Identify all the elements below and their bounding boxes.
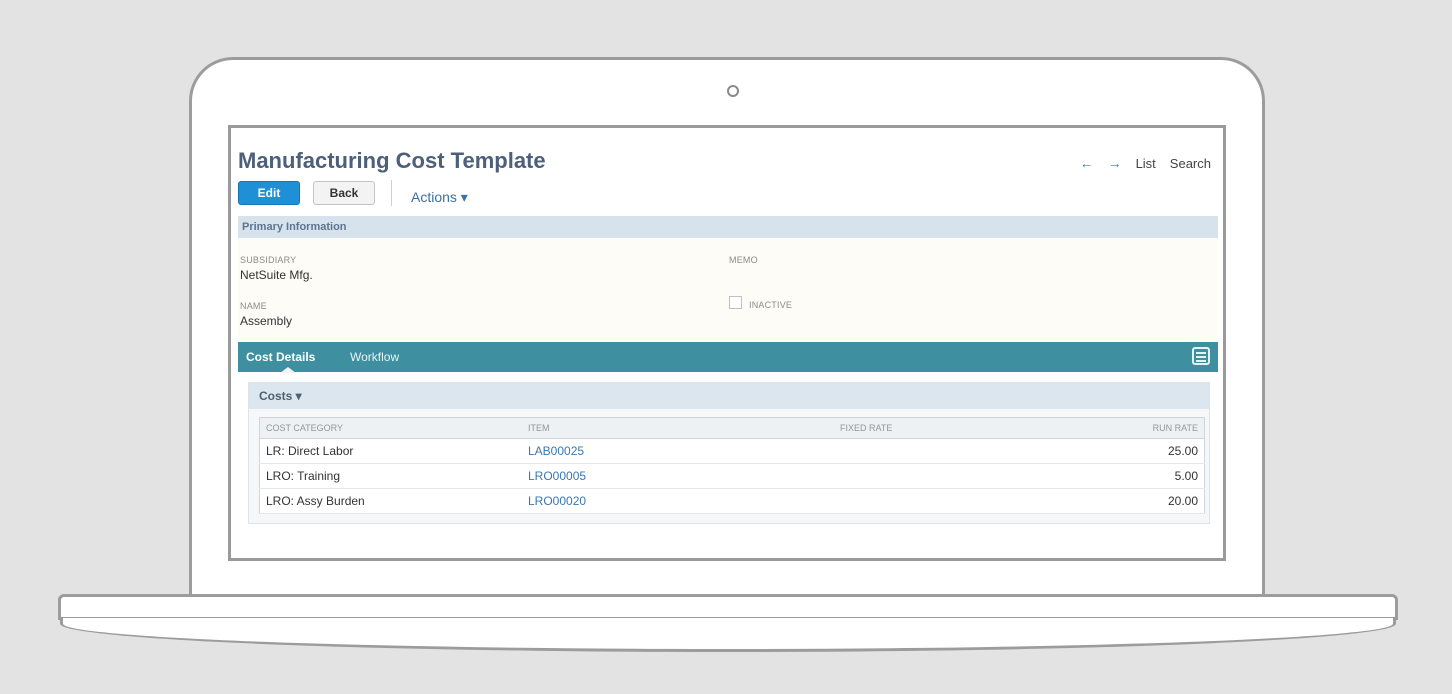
fixed-rate-cell xyxy=(834,488,1046,514)
column-cost-category[interactable]: COST CATEGORY xyxy=(259,417,522,439)
record-navigation: ← → List Search xyxy=(1080,155,1211,171)
column-item[interactable]: ITEM xyxy=(522,417,834,439)
cost-category-cell: LRO: Training xyxy=(259,463,522,489)
primary-information-header[interactable]: Primary Information xyxy=(238,216,1218,238)
list-link[interactable]: List xyxy=(1136,156,1156,171)
previous-record-arrow-icon[interactable]: ← xyxy=(1080,155,1094,171)
netsuite-screen: Manufacturing Cost Template ← → List Sea… xyxy=(228,125,1226,561)
tab-workflow[interactable]: Workflow xyxy=(350,350,399,364)
toolbar-divider xyxy=(391,180,392,206)
item-link[interactable]: LRO00005 xyxy=(522,463,834,489)
laptop-bottom xyxy=(60,618,1396,652)
laptop-base xyxy=(58,594,1398,620)
name-label: NAME xyxy=(240,301,267,311)
edit-button[interactable]: Edit xyxy=(238,181,300,205)
name-value: Assembly xyxy=(240,314,293,328)
costs-table-header-row: COST CATEGORY ITEM FIXED RATE RUN RATE xyxy=(259,417,1205,439)
run-rate-cell: 25.00 xyxy=(1046,438,1205,464)
costs-panel: Costs ▾ COST CATEGORY ITEM FIXED RATE RU… xyxy=(248,382,1210,524)
column-run-rate[interactable]: RUN RATE xyxy=(1046,417,1205,439)
inactive-label: INACTIVE xyxy=(749,300,793,310)
tab-cost-details[interactable]: Cost Details xyxy=(246,350,315,364)
page-title: Manufacturing Cost Template xyxy=(238,148,546,173)
costs-menu[interactable]: Costs ▾ xyxy=(249,383,1209,409)
run-rate-cell: 5.00 xyxy=(1046,463,1205,489)
item-link[interactable]: LRO00020 xyxy=(522,488,834,514)
fixed-rate-cell xyxy=(834,463,1046,489)
back-button[interactable]: Back xyxy=(313,181,375,205)
camera-icon xyxy=(727,85,739,97)
table-row[interactable]: LRO: Assy Burden LRO00020 20.00 xyxy=(259,488,1205,514)
table-row[interactable]: LR: Direct Labor LAB00025 25.00 xyxy=(259,438,1205,464)
search-link[interactable]: Search xyxy=(1170,156,1211,171)
cost-category-cell: LRO: Assy Burden xyxy=(259,488,522,514)
item-link[interactable]: LAB00025 xyxy=(522,438,834,464)
subsidiary-value: NetSuite Mfg. xyxy=(240,268,313,282)
subtab-bar: Cost Details Workflow xyxy=(238,342,1218,373)
primary-information-body: SUBSIDIARY NetSuite Mfg. NAME Assembly M… xyxy=(238,238,1218,342)
run-rate-cell: 20.00 xyxy=(1046,488,1205,514)
cost-category-cell: LR: Direct Labor xyxy=(259,438,522,464)
actions-menu[interactable]: Actions ▾ xyxy=(411,189,468,206)
active-tab-pointer xyxy=(280,367,296,373)
next-record-arrow-icon[interactable]: → xyxy=(1108,155,1122,171)
table-row[interactable]: LRO: Training LRO00005 5.00 xyxy=(259,463,1205,489)
tab-menu-icon[interactable] xyxy=(1192,347,1210,365)
column-fixed-rate[interactable]: FIXED RATE xyxy=(834,417,1046,439)
fixed-rate-cell xyxy=(834,438,1046,464)
costs-table: COST CATEGORY ITEM FIXED RATE RUN RATE L… xyxy=(259,417,1205,514)
inactive-checkbox[interactable] xyxy=(729,296,742,309)
memo-label: MEMO xyxy=(729,255,758,265)
subsidiary-label: SUBSIDIARY xyxy=(240,255,297,265)
